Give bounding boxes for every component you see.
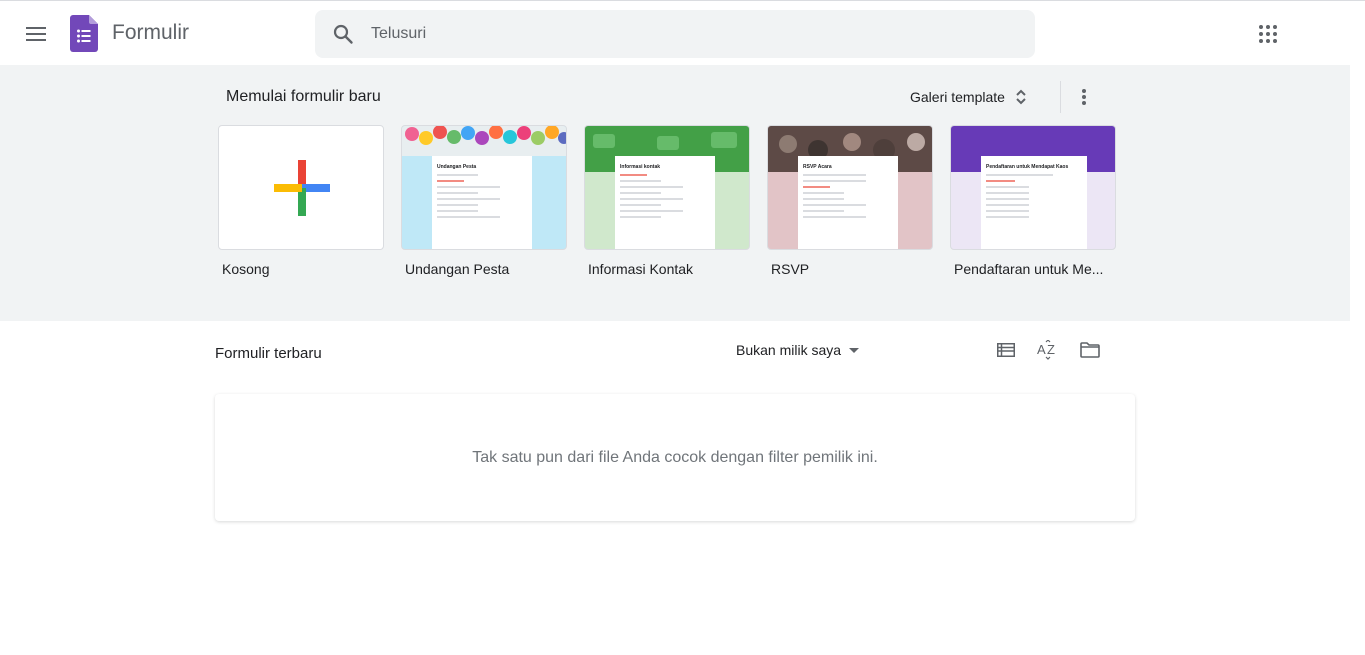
hamburger-menu-icon (26, 27, 46, 41)
template-label: Undangan Pesta (405, 261, 510, 277)
template-label: Pendaftaran untuk Me... (954, 261, 1104, 277)
form-preview: Informasi kontak (615, 156, 715, 249)
form-preview: Undangan Pesta (432, 156, 532, 249)
main-menu-button[interactable] (16, 14, 56, 54)
owner-filter-dropdown[interactable]: Bukan milik saya (730, 336, 865, 364)
google-apps-button[interactable] (1252, 18, 1284, 50)
app-title[interactable]: Formulir (112, 21, 189, 45)
sort-az-icon: A Z (1037, 340, 1055, 360)
template-gallery-label: Galeri template (910, 89, 1005, 105)
template-thumbnail[interactable]: Pendaftaran untuk Mendapat Kaos (950, 125, 1116, 250)
form-preview: Pendaftaran untuk Mendapat Kaos (981, 156, 1087, 249)
template-thumbnail[interactable]: RSVP Acara (767, 125, 933, 250)
apps-grid-icon (1259, 25, 1277, 43)
sort-button[interactable]: A Z (1034, 336, 1062, 364)
recent-forms-title: Formulir terbaru (215, 345, 322, 362)
template-label: RSVP (771, 261, 810, 277)
form-preview: RSVP Acara (798, 156, 898, 249)
more-vert-icon (1082, 89, 1086, 105)
balloons-image (402, 126, 566, 156)
list-view-icon (997, 343, 1015, 357)
top-bar: Formulir (0, 0, 1365, 65)
template-blank[interactable]: Kosong (218, 125, 384, 277)
template-tshirt-signup[interactable]: Pendaftaran untuk Mendapat Kaos Pendafta… (950, 125, 1116, 277)
template-thumbnail[interactable]: Informasi kontak (584, 125, 750, 250)
owner-filter-label: Bukan milik saya (736, 342, 842, 358)
svg-text:A: A (1037, 342, 1046, 357)
template-thumbnail[interactable] (218, 125, 384, 250)
dropdown-arrow-icon (849, 347, 860, 353)
search-input[interactable] (371, 10, 1011, 58)
template-contact-info[interactable]: Informasi kontak Informasi Kontak (584, 125, 750, 277)
svg-text:Z: Z (1047, 342, 1055, 357)
empty-state-card: Tak satu pun dari file Anda cocok dengan… (215, 394, 1135, 521)
unfold-more-icon (1016, 89, 1026, 105)
header-divider (1060, 81, 1061, 113)
forms-logo-icon[interactable] (70, 15, 98, 52)
plus-icon (274, 160, 330, 216)
more-options-button[interactable] (1070, 81, 1098, 113)
search-bar[interactable] (315, 10, 1035, 58)
template-rsvp[interactable]: RSVP Acara RSVP (767, 125, 933, 277)
template-party-invite[interactable]: Undangan Pesta Undangan Pesta (401, 125, 567, 277)
start-section-title: Memulai formulir baru (226, 88, 381, 105)
start-new-form-section: Memulai formulir baru Galeri template Ko… (0, 65, 1350, 321)
folder-icon (1080, 342, 1100, 358)
empty-state-message: Tak satu pun dari file Anda cocok dengan… (472, 448, 878, 466)
template-thumbnail[interactable]: Undangan Pesta (401, 125, 567, 250)
template-label: Kosong (222, 261, 270, 277)
open-file-picker-button[interactable] (1076, 336, 1104, 364)
search-icon[interactable] (331, 22, 355, 46)
list-view-button[interactable] (992, 336, 1020, 364)
template-gallery-button[interactable]: Galeri template (904, 81, 1033, 113)
template-label: Informasi Kontak (588, 261, 694, 277)
